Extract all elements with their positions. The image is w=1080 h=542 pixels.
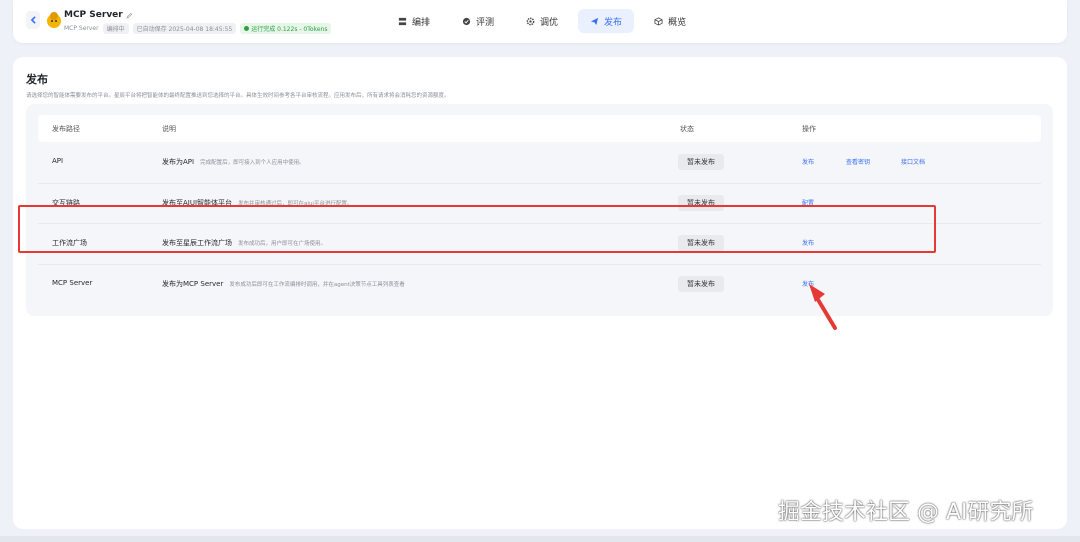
tab-label: 编排 (412, 17, 431, 28)
view-key-link[interactable]: 查看密钥 (846, 157, 870, 166)
send-icon (590, 17, 599, 25)
row-title: 发布为MCP Server 发布成功后即可在工作流编排时调用，并在agent决策节… (162, 279, 405, 289)
layout-icon (398, 17, 407, 25)
table-row: MCP Server 发布为MCP Server 发布成功后即可在工作流编排时调用… (38, 264, 1041, 304)
status-badge: 暂未发布 (678, 154, 724, 170)
row-title-text: 发布为API (162, 158, 195, 166)
col-desc: 说明 (162, 125, 176, 133)
api-docs-link[interactable]: 接口文档 (901, 157, 925, 166)
table-row: API 发布为API 完成配置后，即可接入到个人应用中使用。 暂未发布 发布 查看… (38, 142, 1041, 182)
bottom-strip (0, 536, 1080, 542)
table-header: 发布路径 说明 状态 操作 (38, 115, 1041, 142)
tab-evaluate[interactable]: 评测 (450, 9, 506, 33)
watermark: 掘金技术社区 @ AI研究所 (778, 500, 1034, 525)
page-description: 请选择您的智能体需要发布的平台。星辰平台将把智能体的最终配置推送到您选择的平台。… (26, 93, 450, 99)
cube-icon (654, 16, 663, 26)
row-title: 发布为API 完成配置后，即可接入到个人应用中使用。 (162, 157, 305, 167)
state-badge: 编排中 (102, 23, 129, 34)
top-header: MCP Server MCP Server 编排中 已自动保存 2025-04-… (13, 0, 1067, 43)
row-title-text: 发布为MCP Server (162, 280, 224, 288)
col-status: 状态 (680, 125, 694, 133)
row-path: MCP Server (52, 279, 93, 287)
row-path: API (52, 157, 64, 165)
app-title: MCP Server (64, 10, 133, 20)
top-nav: 编排 评测 调优 发布 概览 (386, 9, 698, 33)
meta-name: MCP Server (64, 25, 99, 32)
publish-panel: 发布 请选择您的智能体需要发布的平台。星辰平台将把智能体的最终配置推送到您选择的… (13, 57, 1067, 529)
tab-tune[interactable]: 调优 (514, 9, 570, 33)
check-icon (244, 26, 250, 31)
col-path: 发布路径 (52, 125, 80, 133)
tab-orchestrate[interactable]: 编排 (386, 9, 442, 33)
run-status-badge: 运行完成 0.122s - 0Tokens (240, 23, 332, 34)
run-status-text: 运行完成 0.122s - 0Tokens (251, 26, 328, 33)
autosave-badge: 已自动保存 2025-04-08 18:45:55 (132, 23, 237, 34)
app-avatar (47, 12, 61, 28)
highlight-box (18, 205, 936, 253)
tab-label: 调优 (540, 17, 559, 28)
app-title-text: MCP Server (64, 10, 123, 20)
gear-icon (526, 17, 535, 25)
tab-label: 评测 (476, 17, 495, 28)
chevron-left-icon (30, 16, 36, 24)
status-badge: 暂未发布 (678, 276, 724, 292)
back-button[interactable] (26, 11, 40, 29)
page-title: 发布 (26, 73, 48, 86)
row-sub: 发布成功后即可在工作流编排时调用，并在agent决策节点工具列表查看 (229, 282, 405, 288)
tab-publish[interactable]: 发布 (578, 9, 635, 33)
tab-overview[interactable]: 概览 (642, 9, 698, 33)
publish-link[interactable]: 发布 (802, 157, 814, 166)
tab-label: 发布 (604, 17, 623, 28)
edit-icon[interactable] (126, 12, 133, 19)
tab-label: 概览 (668, 17, 687, 28)
row-sub: 完成配置后，即可接入到个人应用中使用。 (200, 160, 305, 166)
evaluate-icon (462, 17, 471, 25)
arrow-annotation (809, 284, 837, 330)
col-actions: 操作 (802, 125, 816, 133)
meta-row: MCP Server 编排中 已自动保存 2025-04-08 18:45:55… (64, 23, 332, 34)
